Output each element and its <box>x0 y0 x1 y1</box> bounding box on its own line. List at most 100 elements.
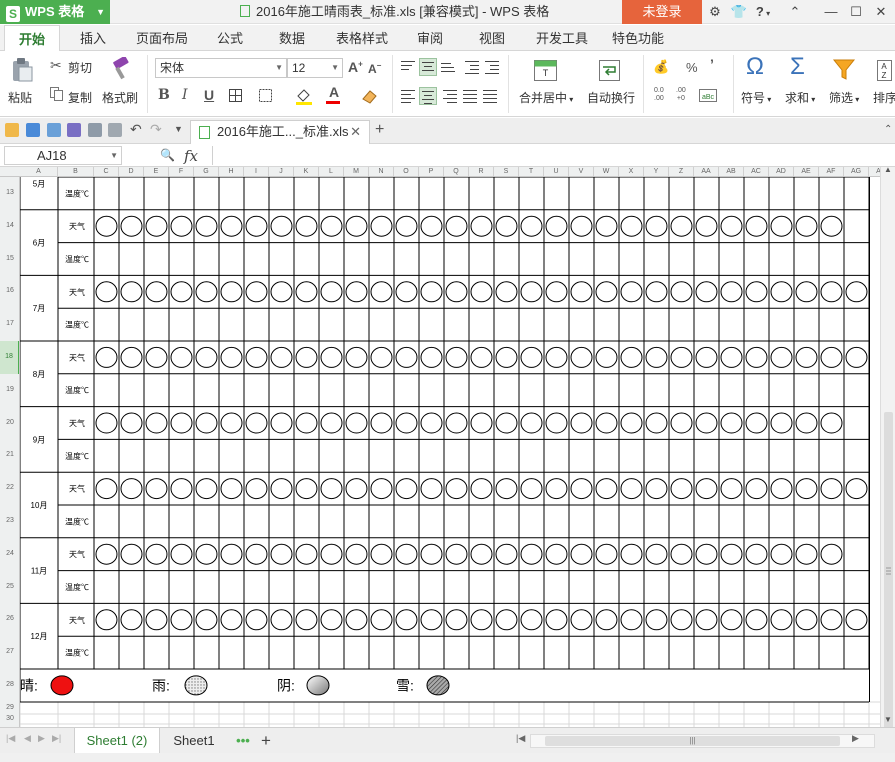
tab-1[interactable]: 插入 <box>66 25 120 51</box>
wrap-text-button[interactable]: 自动换行 <box>587 89 635 106</box>
sum-button[interactable]: 求和 ▾ <box>785 89 815 106</box>
weather-circle[interactable] <box>270 346 293 368</box>
weather-circle[interactable] <box>545 412 568 434</box>
weather-circle[interactable] <box>195 543 218 565</box>
weather-circle[interactable] <box>570 478 593 500</box>
weather-circle[interactable] <box>845 281 868 303</box>
print-icon[interactable] <box>67 123 81 137</box>
align-bottom-button[interactable] <box>439 60 457 78</box>
weather-circle[interactable] <box>670 478 693 500</box>
weather-circle[interactable] <box>345 543 368 565</box>
weather-circle[interactable] <box>345 478 368 500</box>
column-header[interactable]: W <box>594 167 619 176</box>
column-header[interactable]: E <box>144 167 169 176</box>
weather-circle[interactable] <box>595 346 618 368</box>
row-header[interactable]: 25 <box>0 571 19 604</box>
document-tab[interactable]: 2016年施工..._标准.xls ✕ <box>190 120 370 144</box>
row-header[interactable]: 13 <box>0 177 19 210</box>
weather-circle[interactable] <box>795 412 818 434</box>
next-sheet-icon[interactable]: ▶ <box>38 733 45 744</box>
weather-circle[interactable] <box>345 281 368 303</box>
weather-circle[interactable] <box>195 346 218 368</box>
weather-circle[interactable] <box>295 346 318 368</box>
collapse-ribbon-icon[interactable]: ⌃ <box>884 124 892 135</box>
weather-circle[interactable] <box>195 215 218 237</box>
row-header[interactable]: 26 <box>0 603 19 636</box>
align-center-button[interactable] <box>419 87 437 105</box>
column-header[interactable]: Q <box>444 167 469 176</box>
weather-circle[interactable] <box>345 215 368 237</box>
distribute-button[interactable] <box>481 87 499 105</box>
weather-circle[interactable] <box>245 478 268 500</box>
column-header[interactable]: K <box>294 167 319 176</box>
weather-circle[interactable] <box>520 215 543 237</box>
weather-circle[interactable] <box>270 281 293 303</box>
help-icon[interactable]: ? ▾ <box>752 0 774 24</box>
column-header[interactable]: AB <box>719 167 744 176</box>
weather-circle[interactable] <box>95 281 118 303</box>
weather-circle[interactable] <box>495 215 518 237</box>
weather-circle[interactable] <box>370 609 393 631</box>
weather-circle[interactable] <box>470 412 493 434</box>
weather-circle[interactable] <box>195 478 218 500</box>
weather-circle[interactable] <box>470 609 493 631</box>
settings-icon[interactable]: ⚙ <box>704 0 726 24</box>
weather-circle[interactable] <box>220 346 243 368</box>
weather-circle[interactable] <box>620 543 643 565</box>
formula-input[interactable] <box>212 146 892 165</box>
find-icon[interactable] <box>108 123 122 137</box>
percent-button[interactable]: % <box>686 60 698 75</box>
weather-circle[interactable] <box>795 609 818 631</box>
weather-circle[interactable] <box>395 281 418 303</box>
weather-circle[interactable] <box>770 543 793 565</box>
weather-circle[interactable] <box>145 281 168 303</box>
column-header[interactable]: Z <box>669 167 694 176</box>
row-header[interactable]: 18 <box>0 341 19 374</box>
sort-button[interactable]: 排序 <box>873 89 895 106</box>
weather-circle[interactable] <box>695 215 718 237</box>
row-header[interactable]: 30 <box>0 714 19 724</box>
weather-circle[interactable] <box>745 543 768 565</box>
weather-circle[interactable] <box>570 346 593 368</box>
weather-circle[interactable] <box>170 215 193 237</box>
symbol-button[interactable]: 符号 ▾ <box>741 89 771 106</box>
decrease-indent-button[interactable] <box>463 58 481 76</box>
open-folder-icon[interactable] <box>5 123 19 137</box>
redo-icon[interactable]: ↷ <box>150 121 162 138</box>
border-icon[interactable] <box>228 88 244 104</box>
weather-circle[interactable] <box>95 346 118 368</box>
weather-circle[interactable] <box>370 215 393 237</box>
column-header[interactable]: J <box>269 167 294 176</box>
row-header[interactable]: 17 <box>0 308 19 341</box>
weather-circle[interactable] <box>745 609 768 631</box>
weather-circle[interactable] <box>95 478 118 500</box>
weather-circle[interactable] <box>295 412 318 434</box>
weather-circle[interactable] <box>220 543 243 565</box>
weather-circle[interactable] <box>145 346 168 368</box>
horizontal-scrollbar[interactable]: ||| <box>530 734 875 748</box>
weather-circle[interactable] <box>445 412 468 434</box>
weather-circle[interactable] <box>670 543 693 565</box>
weather-circle[interactable] <box>820 215 843 237</box>
weather-circle[interactable] <box>745 281 768 303</box>
weather-circle[interactable] <box>345 412 368 434</box>
weather-circle[interactable] <box>645 346 668 368</box>
row-header[interactable]: 19 <box>0 374 19 407</box>
scroll-right-icon[interactable]: ▶ <box>852 733 859 744</box>
column-header[interactable]: AD <box>769 167 794 176</box>
weather-circle[interactable] <box>120 609 143 631</box>
weather-circle[interactable] <box>520 609 543 631</box>
app-menu-button[interactable]: S WPS 表格 ▼ <box>0 0 110 24</box>
paste-button[interactable]: 粘贴 <box>8 89 32 106</box>
weather-circle[interactable] <box>695 609 718 631</box>
weather-circle[interactable] <box>395 543 418 565</box>
column-header[interactable]: H <box>219 167 244 176</box>
weather-circle[interactable] <box>445 346 468 368</box>
weather-circle[interactable] <box>845 478 868 500</box>
column-header[interactable]: F <box>169 167 194 176</box>
weather-circle[interactable] <box>645 478 668 500</box>
undo-icon[interactable]: ↶ <box>130 121 142 138</box>
restore-ribbon-icon[interactable]: ⌃ <box>784 0 806 24</box>
format-painter-icon[interactable] <box>108 55 132 81</box>
weather-circle[interactable] <box>370 543 393 565</box>
